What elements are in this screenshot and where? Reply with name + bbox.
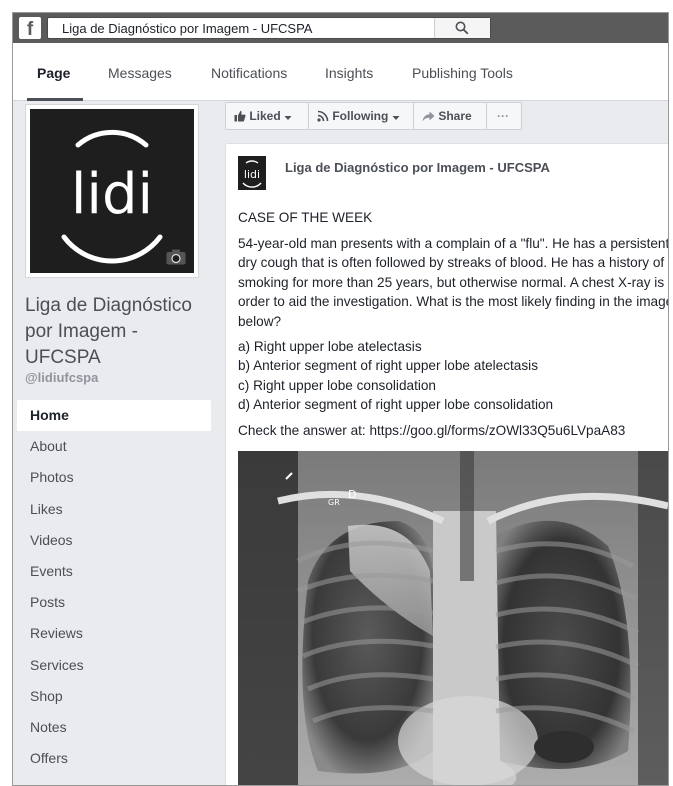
post-case-description: 54-year-old man presents with a complain… <box>238 235 669 329</box>
liked-button[interactable]: Liked <box>226 103 309 129</box>
page-nav: Home About Photos Likes Videos Events Po… <box>17 400 211 774</box>
tab-messages[interactable]: Messages <box>108 65 172 81</box>
nav-item-services[interactable]: Services <box>17 650 211 681</box>
chest-xray-graphic: GR D <box>238 451 668 785</box>
page-tabs: Page Messages Notifications Insights Pub… <box>13 43 668 101</box>
nav-item-videos[interactable]: Videos <box>17 525 211 556</box>
chevron-down-icon <box>284 116 292 120</box>
search-icon <box>455 21 469 35</box>
lidi-logo: lidi <box>30 109 194 273</box>
svg-text:lidi: lidi <box>244 168 260 181</box>
rss-icon <box>317 110 329 122</box>
nav-item-reviews[interactable]: Reviews <box>17 618 211 649</box>
nav-item-shop[interactable]: Shop <box>17 681 211 712</box>
tab-publishing-tools[interactable]: Publishing Tools <box>412 65 513 81</box>
camera-icon[interactable] <box>166 249 186 265</box>
page-username[interactable]: @lidiufcspa <box>25 370 98 385</box>
svg-text:GR: GR <box>328 498 340 507</box>
answer-options: a) Right upper lobe atelectasis b) Anter… <box>238 337 668 415</box>
liked-label: Liked <box>249 109 281 123</box>
search-button[interactable] <box>434 18 490 38</box>
more-options-button[interactable]: ··· <box>487 103 522 129</box>
post-heading: CASE OF THE WEEK <box>238 210 373 225</box>
post-author-name[interactable]: Liga de Diagnóstico por Imagem - UFCSPA <box>285 160 550 175</box>
page-action-bar: Liked Following Share ··· <box>225 102 522 130</box>
post-card: lidi Liga de Diagnóstico por Imagem - UF… <box>225 143 669 785</box>
nav-item-home[interactable]: Home <box>17 400 211 432</box>
nav-item-offers[interactable]: Offers <box>17 743 211 774</box>
nav-item-likes[interactable]: Likes <box>17 494 211 525</box>
page-title[interactable]: Liga de Diagnóstico por Imagem - UFCSPA <box>25 293 215 371</box>
share-arrow-icon <box>422 111 435 122</box>
tab-notifications[interactable]: Notifications <box>211 65 287 81</box>
profile-picture[interactable]: lidi <box>25 104 199 278</box>
nav-item-about[interactable]: About <box>17 431 211 462</box>
search-input-value: Liga de Diagnóstico por Imagem - UFCSPA <box>62 21 313 36</box>
search-input[interactable]: Liga de Diagnóstico por Imagem - UFCSPA <box>47 17 491 39</box>
facebook-page-window: f Liga de Diagnóstico por Imagem - UFCSP… <box>12 12 669 786</box>
thumbs-up-icon <box>234 110 246 122</box>
top-bar: f Liga de Diagnóstico por Imagem - UFCSP… <box>13 13 668 43</box>
chest-xray-image[interactable]: GR D <box>238 451 668 785</box>
nav-item-photos[interactable]: Photos <box>17 462 211 493</box>
following-button[interactable]: Following <box>309 103 414 129</box>
active-tab-indicator <box>27 98 83 101</box>
following-label: Following <box>332 109 389 123</box>
tab-page[interactable]: Page <box>37 65 70 81</box>
answer-link[interactable]: Check the answer at: https://goo.gl/form… <box>238 421 668 441</box>
facebook-logo-icon[interactable]: f <box>19 17 41 39</box>
option-d: d) Anterior segment of right upper lobe … <box>238 397 554 413</box>
svg-text:D: D <box>348 488 356 501</box>
nav-item-events[interactable]: Events <box>17 556 211 587</box>
chevron-down-icon <box>392 116 400 120</box>
option-c: c) Right upper lobe consolidation <box>238 377 436 393</box>
svg-text:lidi: lidi <box>71 162 153 227</box>
post-body: CASE OF THE WEEK 54-year-old man present… <box>238 208 669 446</box>
nav-item-posts[interactable]: Posts <box>17 587 211 618</box>
share-label: Share <box>438 109 472 123</box>
share-button[interactable]: Share <box>414 103 487 129</box>
post-avatar[interactable]: lidi <box>238 156 266 190</box>
option-a: a) Right upper lobe atelectasis <box>238 339 422 354</box>
nav-item-notes[interactable]: Notes <box>17 712 211 743</box>
lidi-avatar-graphic: lidi <box>242 160 262 188</box>
option-b: b) Anterior segment of right upper lobe … <box>238 358 538 374</box>
tab-insights[interactable]: Insights <box>325 65 373 81</box>
